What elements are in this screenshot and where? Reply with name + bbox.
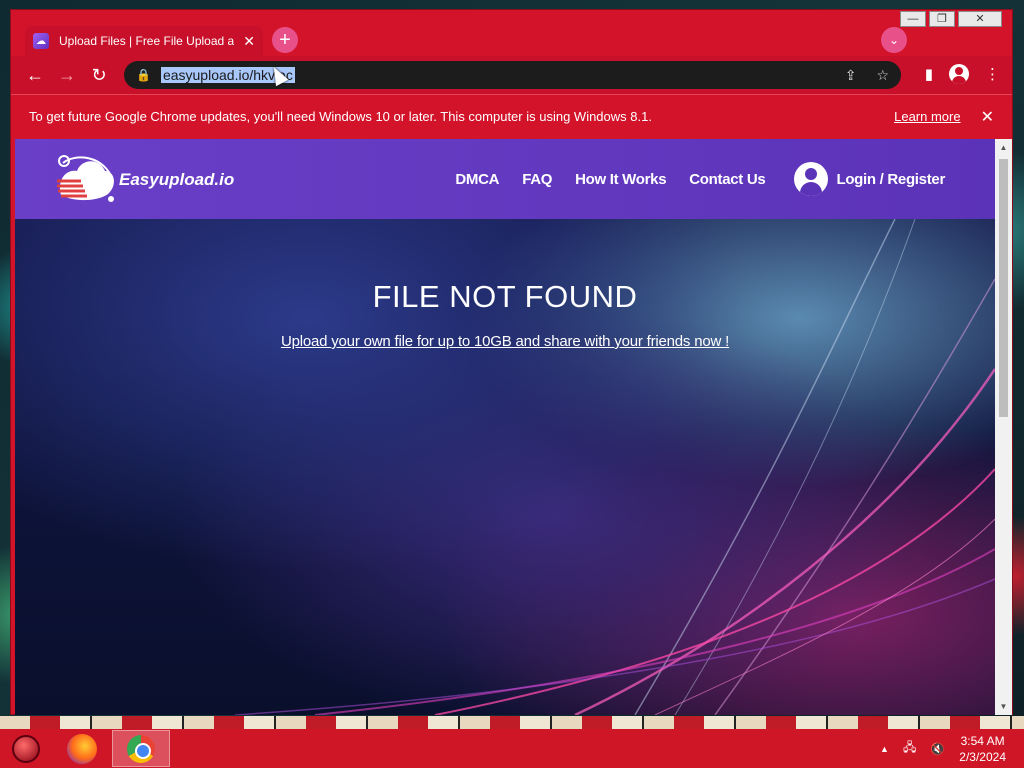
tab-search-button[interactable]: ⌄ [881,27,907,53]
maximize-button[interactable]: ❐ [929,11,955,27]
learn-more-link[interactable]: Learn more [894,109,960,124]
new-tab-button[interactable]: + [272,27,298,53]
tray-overflow-icon[interactable]: ▲ [880,744,889,754]
scroll-down-icon[interactable]: ▼ [995,698,1012,715]
clock-time: 3:54 AM [960,733,1005,748]
bookmark-star-icon[interactable]: ☆ [876,67,889,84]
taskbar-chrome[interactable] [112,730,170,767]
file-not-found-title: FILE NOT FOUND [372,279,638,314]
update-infobar: To get future Google Chrome updates, you… [11,94,1012,138]
desktop-wallpaper-strip [0,716,1024,730]
reload-button[interactable]: ↻ [83,65,115,86]
taskbar: ▲ 🖧 🔇 3:54 AM 2/3/2024 [0,729,1024,768]
start-orb-icon [12,734,40,763]
address-bar[interactable]: 🔒 easyupload.io/hkvlac ⇪ ☆ [124,61,901,89]
logo-text[interactable]: Easyupload.io [119,170,234,190]
browser-tab[interactable]: ☁ Upload Files | Free File Upload and Sh… [25,26,263,56]
page-viewport: Easyupload.io DMCA FAQ How It Works Cont… [15,139,995,715]
back-button[interactable]: ← [19,65,51,86]
system-tray: ▲ 🖧 🔇 3:54 AM 2/3/2024 [880,733,1024,765]
tab-close-icon[interactable]: ✕ [243,33,255,50]
site-nav: DMCA FAQ How It Works Contact Us Login /… [455,139,945,219]
browser-toolbar: ← → ↻ 🔒 easyupload.io/hkvlac ⇪ ☆ ▮ ⋮ [11,56,1012,94]
lock-icon[interactable]: 🔒 [136,68,151,82]
chrome-icon [127,734,155,763]
share-icon[interactable]: ⇪ [845,67,857,84]
login-register-button[interactable]: Login / Register [794,162,945,196]
site-header: Easyupload.io DMCA FAQ How It Works Cont… [15,139,995,219]
profile-avatar-icon[interactable] [949,64,969,84]
upload-cta-link[interactable]: Upload your own file for up to 10GB and … [281,333,729,350]
nav-contact-us[interactable]: Contact Us [689,171,765,188]
infobar-message: To get future Google Chrome updates, you… [29,109,652,124]
scroll-up-icon[interactable]: ▲ [995,139,1012,156]
start-button[interactable] [0,729,52,768]
tab-title: Upload Files | Free File Upload and Shar… [59,34,234,48]
nav-how-it-works[interactable]: How It Works [575,171,666,188]
nav-dmca[interactable]: DMCA [455,171,499,188]
nav-faq[interactable]: FAQ [522,171,552,188]
easyupload-logo-icon[interactable] [55,151,117,207]
minimize-button[interactable]: — [900,11,926,27]
system-clock[interactable]: 3:54 AM 2/3/2024 [959,733,1006,765]
network-icon[interactable]: 🖧 [903,738,916,759]
infobar-close-icon[interactable]: ✕ [981,107,994,127]
firefox-icon [67,733,97,764]
browser-window: — ❐ ✕ ☁ Upload Files | Free File Upload … [10,9,1013,715]
scrollbar-thumb[interactable] [999,159,1008,417]
user-avatar-icon [794,162,829,196]
login-register-label[interactable]: Login / Register [836,171,945,188]
close-window-button[interactable]: ✕ [958,11,1002,27]
taskbar-firefox[interactable] [52,729,112,768]
menu-kebab-icon[interactable]: ⋮ [985,65,1000,83]
clock-date: 2/3/2024 [959,749,1006,764]
cloud-favicon-icon: ☁ [33,33,49,49]
side-panel-icon[interactable]: ▮ [925,65,933,83]
vertical-scrollbar[interactable]: ▲ ▼ [995,139,1012,715]
hero-section: FILE NOT FOUND Upload your own file for … [15,219,995,715]
volume-muted-icon[interactable]: 🔇 [930,742,945,756]
window-caption-buttons: — ❐ ✕ [900,11,1002,27]
forward-button[interactable]: → [51,65,83,86]
